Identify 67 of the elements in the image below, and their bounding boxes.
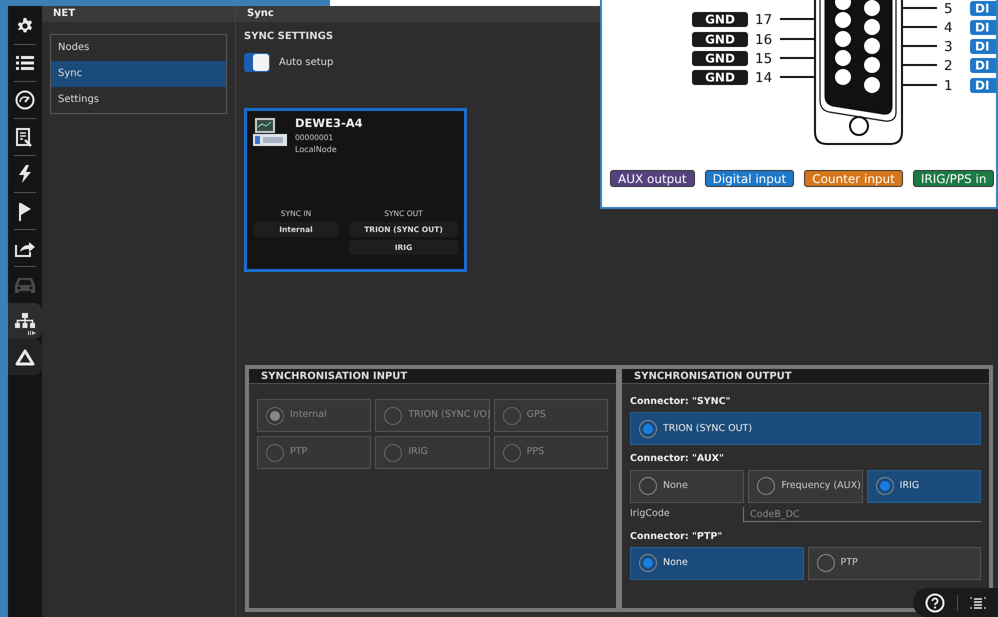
triangle-icon xyxy=(15,348,35,366)
pin-number: 15 xyxy=(755,51,772,67)
group-label: Connector: "AUX" xyxy=(630,452,725,466)
leader-line xyxy=(902,84,937,86)
node-role: LocalNode xyxy=(295,144,338,156)
leader-line xyxy=(902,26,937,28)
pin-number: 16 xyxy=(755,32,772,48)
leader-line xyxy=(780,57,815,59)
text-field[interactable]: CodeB_DC xyxy=(743,507,981,522)
list-icon[interactable] xyxy=(970,596,986,610)
sidebar-tab[interactable] xyxy=(8,339,42,375)
nav-item[interactable]: Nodes xyxy=(51,35,226,61)
flag-icon xyxy=(18,202,32,220)
field-label: IrigCode xyxy=(630,507,671,522)
leader-line xyxy=(780,18,815,20)
group-label: Connector: "SYNC" xyxy=(630,395,732,409)
pin-number: 1 xyxy=(944,78,953,94)
radio-option[interactable]: None xyxy=(630,470,744,502)
leader-line xyxy=(780,38,815,40)
section-title: SYNC SETTINGS xyxy=(244,30,334,44)
sidebar-tab[interactable] xyxy=(8,303,42,339)
leader-line xyxy=(902,7,937,9)
radio-option[interactable]: Frequency (AUX) xyxy=(748,470,863,502)
group-label: Connector: "PTP" xyxy=(630,530,724,544)
radio-option[interactable]: None xyxy=(630,546,804,580)
pin-label: DI xyxy=(970,39,996,54)
pin-label: DI xyxy=(970,78,996,93)
legend-tag: AUX output xyxy=(610,170,695,187)
leader-line xyxy=(902,64,937,66)
pin-label: DI xyxy=(970,58,996,73)
legend-tag: IRIG/PPS in xyxy=(912,170,994,187)
report-icon xyxy=(16,128,34,146)
nav-item[interactable]: Settings xyxy=(51,87,226,113)
list-icon xyxy=(16,56,34,70)
section-header: SYNCHRONISATION INPUT xyxy=(249,369,616,384)
pin-label: GND xyxy=(692,51,748,66)
pin-number: 3 xyxy=(944,39,953,55)
panel-title: NET xyxy=(42,6,235,22)
pin-number: 2 xyxy=(944,58,953,74)
radio-option[interactable]: PTP xyxy=(808,546,981,580)
legend-tag: Counter input xyxy=(804,170,903,187)
pin-number: 14 xyxy=(755,70,772,86)
leader-line xyxy=(902,45,937,47)
radio-option[interactable]: IRIG xyxy=(866,470,981,502)
leader-line xyxy=(780,76,815,78)
network-icon xyxy=(15,313,35,329)
help-icon[interactable] xyxy=(925,592,945,612)
toggle-label: Auto setup xyxy=(279,56,334,70)
expand-icon xyxy=(28,331,36,335)
lightning-icon xyxy=(18,165,32,183)
nav-item[interactable]: Sync xyxy=(51,61,226,87)
car-icon xyxy=(14,276,36,294)
pin-label: GND xyxy=(692,70,748,85)
gauge-icon xyxy=(15,90,35,110)
section-header: SYNCHRONISATION OUTPUT xyxy=(622,369,989,384)
device-icon xyxy=(253,117,287,147)
pin-label: DI xyxy=(970,1,996,16)
pin-number: 4 xyxy=(944,20,953,36)
export-icon xyxy=(15,239,35,257)
toggle-switch[interactable] xyxy=(244,53,270,72)
node-name: DEWE3-A4 xyxy=(295,115,363,132)
pin-label: GND xyxy=(692,12,748,27)
legend-tag: Digital input xyxy=(704,170,794,187)
gear-icon xyxy=(16,17,34,35)
radio-option[interactable]: TRION (SYNC OUT) xyxy=(630,412,981,446)
pin-label: GND xyxy=(692,32,748,47)
pin-label: DI xyxy=(970,20,996,35)
